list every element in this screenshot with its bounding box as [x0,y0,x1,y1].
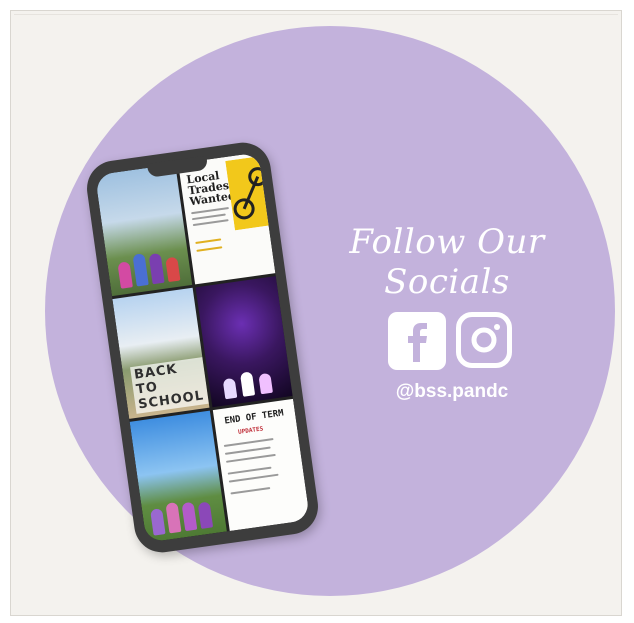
social-handle: @bss.pandc [395,381,509,402]
tile-local-trades: Local Trades Wanted [178,152,276,285]
back-to-school-label: BACK TO SCHOOL [129,356,209,414]
bicycle-icon [225,155,275,231]
updates-label: UPDATES [237,425,264,437]
follow-headline: Follow Our Socials [349,222,545,302]
divider [14,14,618,15]
instagram-icon[interactable] [456,312,512,368]
tile-end-of-term: END OF TERM UPDATES [212,399,311,531]
facebook-icon[interactable] [388,312,446,370]
tile-mascots [129,410,227,543]
social-icons [388,312,512,370]
tile-performance [195,275,293,408]
end-of-term-title: END OF TERM [223,408,285,427]
tile-back-to-school: BACK TO SCHOOL [112,287,210,420]
tile-school-entrance [94,164,193,296]
